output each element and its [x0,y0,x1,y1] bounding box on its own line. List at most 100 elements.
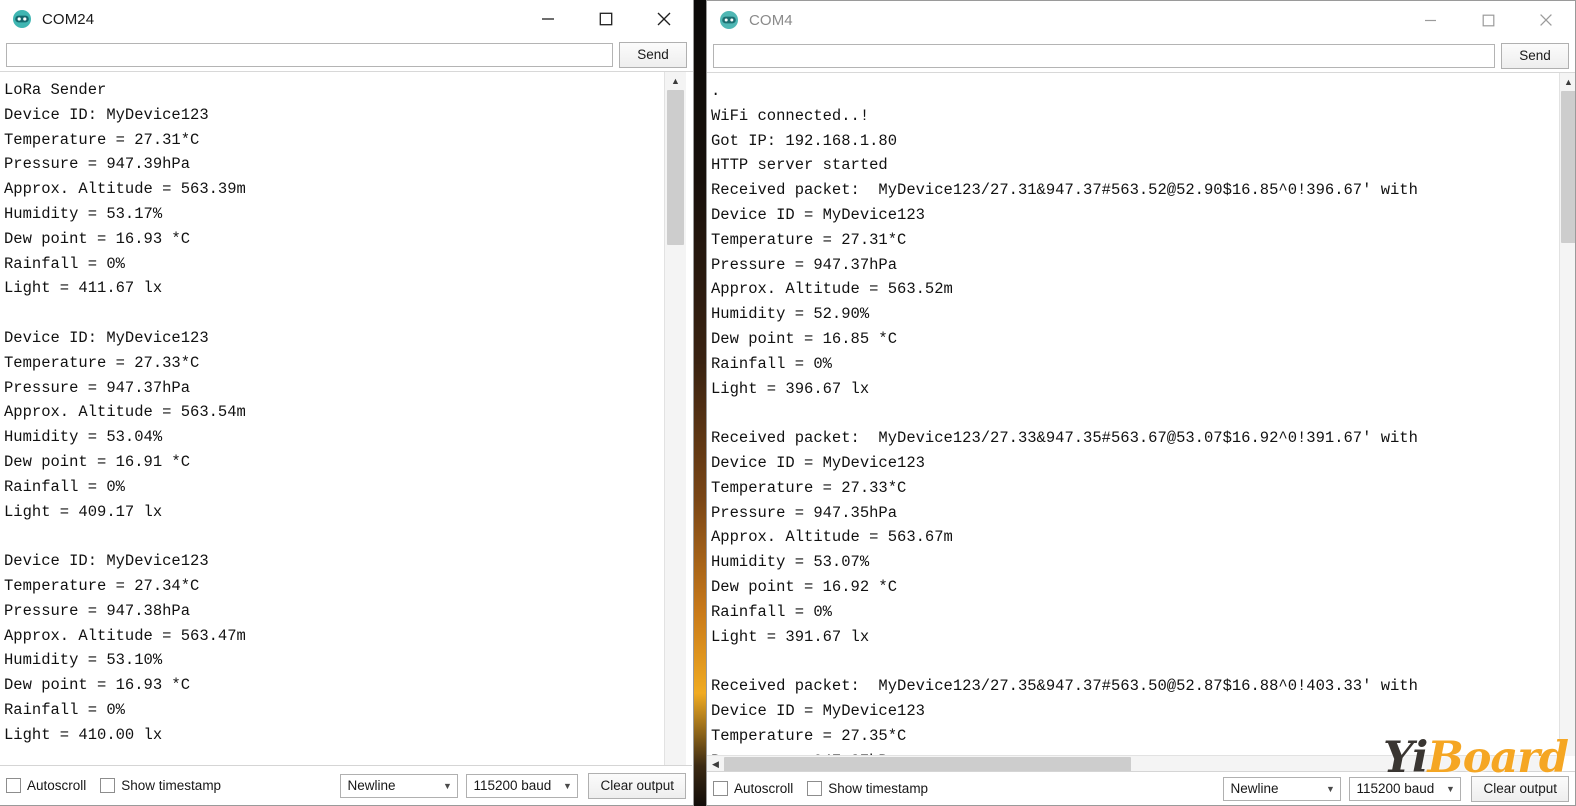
statusbar-com4: Autoscroll Show timestamp Newline ▼ 1152… [707,771,1575,805]
console-line: Approx. Altitude = 563.39m [4,180,246,199]
titlebar-com4[interactable]: COM4 [707,1,1575,39]
console-line: Humidity = 53.10% [4,651,163,670]
send-button-com4[interactable]: Send [1501,43,1569,69]
desktop-screen: COM4 Send . WiFi connected..! Got IP: 192.… [0,0,1576,806]
autoscroll-label: Autoscroll [734,781,794,796]
baud-rate-value: 115200 baud [1356,781,1435,796]
scroll-up-arrow-com4[interactable]: ▲ [1560,73,1575,90]
console-line: Pressure = 947.35hPa [711,503,898,522]
window-title-com4: COM4 [749,11,793,29]
console-line: Dew point = 16.91 *C [4,452,191,471]
checkbox-box[interactable] [807,781,823,796]
console-line: Humidity = 53.17% [4,204,163,223]
console-line: Dew point = 16.93 *C [4,676,191,695]
console-line: Rainfall = 0% [4,254,125,273]
maximize-icon[interactable] [577,0,635,38]
checkbox-box[interactable] [100,778,116,793]
console-line: Received packet: MyDevice123/27.33&947.3… [711,429,1418,448]
autoscroll-checkbox-com24[interactable]: Autoscroll [6,778,86,793]
console-line: Humidity = 53.07% [711,553,870,572]
console-line: Device ID: MyDevice123 [4,328,209,347]
console-line: Received packet: MyDevice123/27.31&947.3… [711,181,1418,200]
serial-monitor-window-com4[interactable]: COM4 Send . WiFi connected..! Got IP: 192.… [706,0,1576,806]
console-line: Pressure = 947.39hPa [4,155,191,174]
window-controls-com4 [1401,1,1575,39]
minimize-icon[interactable] [1401,1,1459,39]
console-line: Device ID = MyDevice123 [711,701,925,720]
console-line: Light = 410.00 lx [4,725,163,744]
baud-rate-value: 115200 baud [473,778,552,793]
console-line: Temperature = 27.35*C [711,726,907,745]
vertical-scrollbar-com4[interactable]: ▲ [1559,73,1575,756]
console-line: Pressure = 947.37hPa [711,255,898,274]
titlebar-com24[interactable]: COM24 [0,0,693,38]
console-line: Rainfall = 0% [711,602,832,621]
console-line: Temperature = 27.31*C [711,230,907,249]
chevron-down-icon: ▼ [1325,783,1335,794]
line-ending-value: Newline [1230,781,1279,796]
close-icon[interactable] [635,0,693,38]
chevron-down-icon: ▼ [442,780,452,791]
autoscroll-label: Autoscroll [27,778,87,793]
baud-rate-select-com4[interactable]: 115200 baud ▼ [1349,776,1462,801]
console-line: Pressure = 947.38hPa [4,601,191,620]
console-line: Approx. Altitude = 563.54m [4,403,246,422]
clear-output-button-com24[interactable]: Clear output [588,772,686,799]
scroll-up-arrow-com24[interactable]: ▲ [665,72,686,89]
horizontal-scroll-thumb-com4[interactable] [724,757,1131,772]
console-line: Light = 396.67 lx [711,379,870,398]
vertical-scrollbar-com24[interactable]: ▲ [664,72,686,767]
clear-output-button-com4[interactable]: Clear output [1471,775,1569,802]
chevron-down-icon: ▼ [1445,783,1455,794]
show-timestamp-label: Show timestamp [121,778,222,793]
console-line: Device ID = MyDevice123 [711,205,925,224]
close-icon[interactable] [1517,1,1575,39]
arduino-icon [719,10,739,30]
console-line: Temperature = 27.34*C [4,576,200,595]
console-area-com24[interactable]: LoRa Sender Device ID: MyDevice123 Tempera… [0,71,693,767]
console-line: Pressure = 947.37hPa [4,378,191,397]
arduino-icon [12,9,32,29]
checkbox-box[interactable] [713,781,728,796]
minimize-icon[interactable] [519,0,577,38]
console-line: Approx. Altitude = 563.67m [711,528,953,547]
statusbar-com24: Autoscroll Show timestamp Newline ▼ 1152… [0,765,692,805]
console-line: Device ID = MyDevice123 [711,453,925,472]
console-area-com4[interactable]: . WiFi connected..! Got IP: 192.168.1.80 HT… [707,72,1575,773]
console-line: Rainfall = 0% [711,354,832,373]
console-line: Received packet: MyDevice123/27.35&947.3… [711,677,1418,696]
send-button-com24[interactable]: Send [619,42,687,68]
maximize-icon[interactable] [1459,1,1517,39]
vertical-scroll-thumb-com24[interactable] [667,90,684,245]
console-line: Approx. Altitude = 563.47m [4,626,246,645]
autoscroll-checkbox-com4[interactable]: Autoscroll [713,781,793,796]
line-ending-select-com24[interactable]: Newline ▼ [340,773,459,798]
console-line: Approx. Altitude = 563.52m [711,280,953,299]
show-timestamp-checkbox-com24[interactable]: Show timestamp [100,778,221,793]
serial-send-input-com24[interactable] [6,43,613,67]
console-line: Rainfall = 0% [4,700,125,719]
console-text-com4: . WiFi connected..! Got IP: 192.168.1.80 HT… [707,73,1418,773]
send-row-com24: Send [0,38,693,73]
console-line: Dew point = 16.92 *C [711,577,898,596]
chevron-down-icon: ▼ [562,780,572,791]
vertical-scroll-thumb-com4[interactable] [1561,91,1575,243]
console-line: Humidity = 52.90% [711,305,870,324]
serial-send-input-com4[interactable] [713,44,1495,68]
console-line: Temperature = 27.33*C [711,478,907,497]
console-line: WiFi connected..! [711,106,870,125]
show-timestamp-checkbox-com4[interactable]: Show timestamp [807,781,928,796]
console-text-com24: LoRa Sender Device ID: MyDevice123 Tempera… [0,72,246,748]
console-line: Temperature = 27.33*C [4,353,200,372]
line-ending-select-com4[interactable]: Newline ▼ [1223,776,1342,801]
console-line: Temperature = 27.31*C [4,130,200,149]
baud-rate-select-com24[interactable]: 115200 baud ▼ [466,773,579,798]
line-ending-value: Newline [347,778,396,793]
checkbox-box[interactable] [6,778,21,793]
serial-monitor-window-com24[interactable]: COM24 Send LoRa Sender Device ID: MyDevic… [0,0,694,806]
console-line: Light = 409.17 lx [4,502,163,521]
